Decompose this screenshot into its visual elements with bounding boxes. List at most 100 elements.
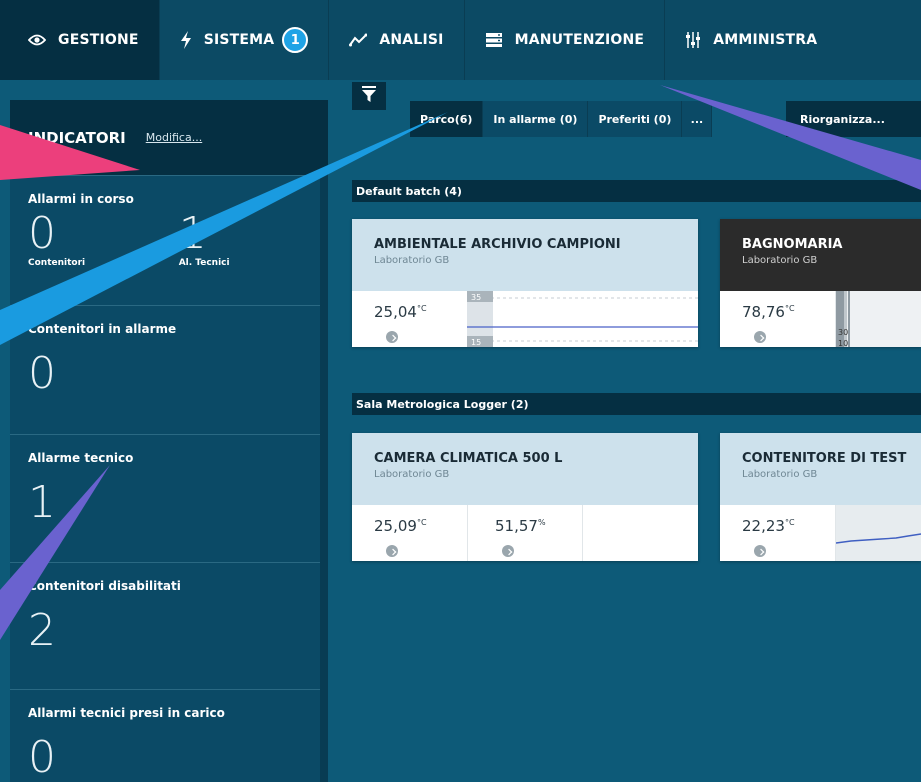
funnel-icon: [362, 86, 376, 106]
indicator-allarmi-presi-in-carico[interactable]: Allarmi tecnici presi in carico 0: [10, 689, 328, 782]
nav-analisi[interactable]: ANALISI: [329, 0, 465, 80]
container-card-contenitore-di-test[interactable]: CONTENITORE DI TEST Laboratorio GB 22,23…: [720, 433, 921, 561]
card-title: CAMERA CLIMATICA 500 L: [374, 451, 563, 466]
card-subtitle: Laboratorio GB: [374, 469, 450, 480]
indicator-label: Allarme tecnico: [28, 451, 134, 465]
arrow-circle-icon: [754, 545, 766, 557]
nav-sistema[interactable]: SISTEMA 1: [160, 0, 330, 80]
reading-value: 25,09: [374, 517, 417, 535]
arrow-circle-icon: [386, 331, 398, 343]
lightning-icon: [180, 31, 192, 49]
nav-gestione-label: GESTIONE: [58, 32, 139, 48]
indicators-sidebar: INDICATORI Modifica... Allarmi in corso …: [10, 100, 328, 782]
card-body: 78,76°C 30 10: [720, 291, 921, 347]
edit-indicators-link[interactable]: Modifica...: [146, 131, 202, 144]
indicator-contenitori: 0 Contenitori: [28, 206, 169, 269]
indicator-allarmi-in-corso[interactable]: Allarmi in corso 0 Contenitori 1 Al. Tec…: [10, 175, 328, 305]
card-title: CONTENITORE DI TEST: [742, 451, 907, 466]
temperature-reading: 25,04°C: [374, 303, 427, 321]
card-body: 25,04°C 35 15: [352, 291, 698, 347]
indicator-value: 1: [28, 477, 56, 528]
sistema-notification-badge: 1: [282, 27, 309, 53]
axis-mid-label: 30: [838, 328, 848, 337]
card-body: 25,09°C 51,57%: [352, 505, 698, 561]
indicator-value: 0: [28, 208, 56, 259]
reorganize-button[interactable]: Riorganizza...: [786, 101, 921, 137]
indicator-contenitori-in-allarme[interactable]: Contenitori in allarme 0: [10, 305, 328, 434]
reading-value: 51,57: [495, 517, 538, 535]
card-subtitle: Laboratorio GB: [742, 469, 818, 480]
indicator-allarme-tecnico[interactable]: Allarme tecnico 1: [10, 434, 328, 562]
card-title: BAGNOMARIA: [742, 237, 843, 252]
indicator-value: 0: [28, 732, 56, 782]
reading-unit: °C: [416, 518, 427, 527]
batch-header-sala-metrologica[interactable]: Sala Metrologica Logger (2): [352, 393, 921, 415]
indicators-header: INDICATORI Modifica...: [10, 100, 328, 175]
card-subtitle: Laboratorio GB: [374, 255, 450, 266]
reading-unit: %: [537, 518, 546, 527]
indicator-label: Allarmi in corso: [28, 192, 134, 206]
container-card-ambientale[interactable]: AMBIENTALE ARCHIVIO CAMPIONI Laboratorio…: [352, 219, 698, 347]
humidity-reading: 51,57%: [495, 517, 546, 535]
indicator-label: Allarmi tecnici presi in carico: [28, 706, 225, 720]
batch-header-default[interactable]: Default batch (4): [352, 180, 921, 202]
temperature-sparkline: [836, 505, 921, 561]
trend-line-icon: [349, 33, 368, 47]
temperature-reading: 78,76°C: [742, 303, 795, 321]
axis-min-label: 10: [838, 339, 848, 347]
indicator-value: 0: [28, 348, 56, 399]
nav-analisi-label: ANALISI: [379, 32, 444, 48]
nav-manutenzione-label: MANUTENZIONE: [514, 32, 645, 48]
card-title: AMBIENTALE ARCHIVIO CAMPIONI: [374, 237, 621, 252]
tab-in-allarme[interactable]: In allarme (0): [483, 101, 589, 137]
indicator-sublabel: Al. Tecnici: [178, 258, 230, 268]
arrow-circle-icon: [502, 545, 514, 557]
nav-amministra[interactable]: AMMINISTRA: [665, 0, 837, 80]
temperature-reading: 22,23°C: [742, 517, 795, 535]
indicator-split: 0 Contenitori 1 Al. Tecnici: [28, 206, 310, 269]
tab-more[interactable]: ...: [682, 101, 713, 137]
card-subtitle: Laboratorio GB: [742, 255, 818, 266]
sliders-icon: [685, 31, 701, 49]
indicator-sublabel: Contenitori: [28, 258, 86, 268]
tab-parco[interactable]: Parco(6): [410, 101, 484, 137]
temperature-reading: 25,09°C: [374, 517, 427, 535]
arrow-circle-icon: [754, 331, 766, 343]
nav-gestione[interactable]: GESTIONE: [0, 0, 160, 80]
arrow-circle-icon: [386, 545, 398, 557]
indicators-title: INDICATORI: [28, 128, 126, 147]
container-card-camera-climatica[interactable]: CAMERA CLIMATICA 500 L Laboratorio GB 25…: [352, 433, 698, 561]
eye-icon: [28, 34, 46, 46]
reading-value: 22,23: [742, 517, 785, 535]
container-tabs: Parco(6) In allarme (0) Preferiti (0) ..…: [410, 101, 713, 137]
temperature-sparkline: 30 10: [836, 291, 921, 347]
reading-value: 78,76: [742, 303, 785, 321]
axis-max-label: 35: [471, 293, 481, 302]
top-navigation: GESTIONE SISTEMA 1 ANALISI MANUTENZIONE …: [0, 0, 921, 80]
indicator-contenitori-disabilitati[interactable]: Contenitori disabilitati 2: [10, 562, 328, 689]
indicator-value: 2: [28, 605, 56, 656]
nav-amministra-label: AMMINISTRA: [713, 32, 818, 48]
card-header: BAGNOMARIA Laboratorio GB: [720, 219, 921, 291]
card-body: 22,23°C: [720, 505, 921, 561]
reading-unit: °C: [784, 304, 795, 313]
sidebar-scrollbar[interactable]: [320, 175, 328, 782]
card-header: AMBIENTALE ARCHIVIO CAMPIONI Laboratorio…: [352, 219, 698, 291]
reading-value: 25,04: [374, 303, 417, 321]
indicator-label: Contenitori in allarme: [28, 322, 177, 336]
container-card-bagnomaria[interactable]: BAGNOMARIA Laboratorio GB 78,76°C 30 10: [720, 219, 921, 347]
indicator-value: 1: [178, 208, 207, 259]
indicator-al-tecnici: 1 Al. Tecnici: [169, 206, 310, 269]
nav-sistema-label: SISTEMA: [203, 32, 275, 48]
filter-button[interactable]: [352, 82, 386, 110]
separator: [582, 505, 583, 561]
temperature-sparkline: 35 15: [467, 291, 698, 347]
card-header: CAMERA CLIMATICA 500 L Laboratorio GB: [352, 433, 698, 505]
separator: [467, 505, 468, 561]
axis-min-label: 15: [471, 338, 481, 347]
tab-preferiti[interactable]: Preferiti (0): [588, 101, 683, 137]
reading-unit: °C: [784, 518, 795, 527]
nav-manutenzione[interactable]: MANUTENZIONE: [465, 0, 666, 80]
server-icon: [485, 32, 503, 48]
indicator-label: Contenitori disabilitati: [28, 579, 181, 593]
